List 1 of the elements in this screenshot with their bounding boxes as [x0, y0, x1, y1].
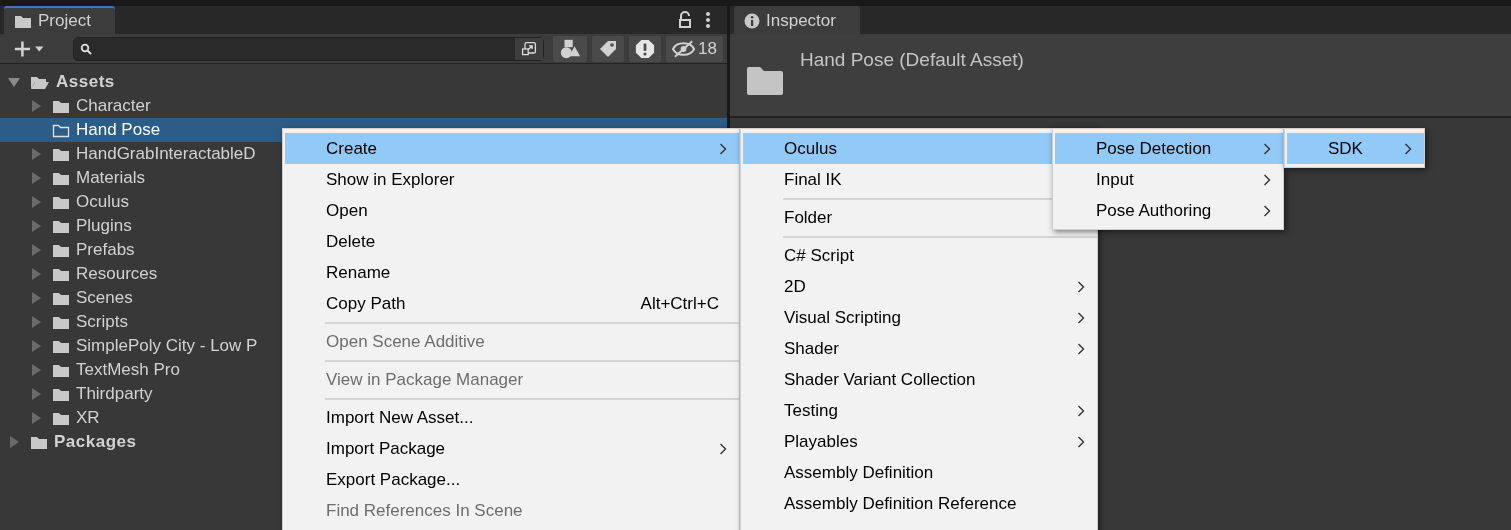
- asset-title: Hand Pose (Default Asset): [800, 48, 1024, 72]
